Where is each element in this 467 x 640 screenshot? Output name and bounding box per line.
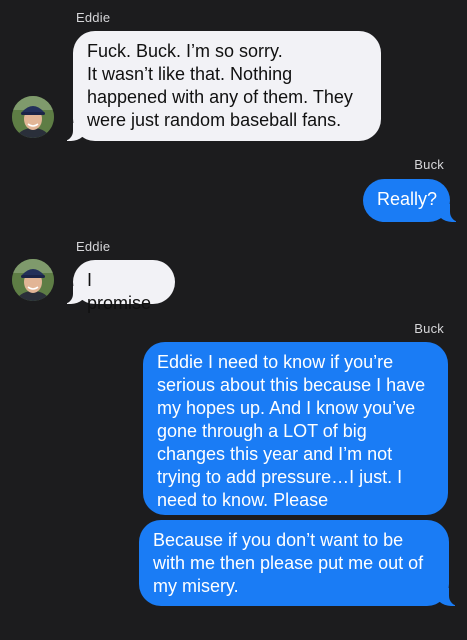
sender-name-eddie: Eddie (76, 10, 111, 25)
sender-name-eddie: Eddie (76, 239, 111, 254)
eddie-avatar[interactable] (12, 259, 54, 301)
eddie-avatar[interactable] (12, 96, 54, 138)
person-with-cap-icon (12, 259, 54, 301)
sender-name-buck: Buck (414, 321, 444, 336)
message-bubble-incoming[interactable]: I promise (63, 260, 175, 313)
message-bubble-outgoing[interactable]: Really? (363, 179, 460, 222)
message-bubble-outgoing[interactable]: Eddie I need to know if you’re serious a… (143, 342, 448, 515)
sender-name-buck: Buck (414, 157, 444, 172)
message-bubble-incoming[interactable]: Fuck. Buck. I’m so sorry. It wasn’t like… (63, 31, 381, 141)
message-bubble-outgoing[interactable]: Because if you don’t want to be with me … (139, 520, 459, 606)
person-with-cap-icon (12, 96, 54, 138)
